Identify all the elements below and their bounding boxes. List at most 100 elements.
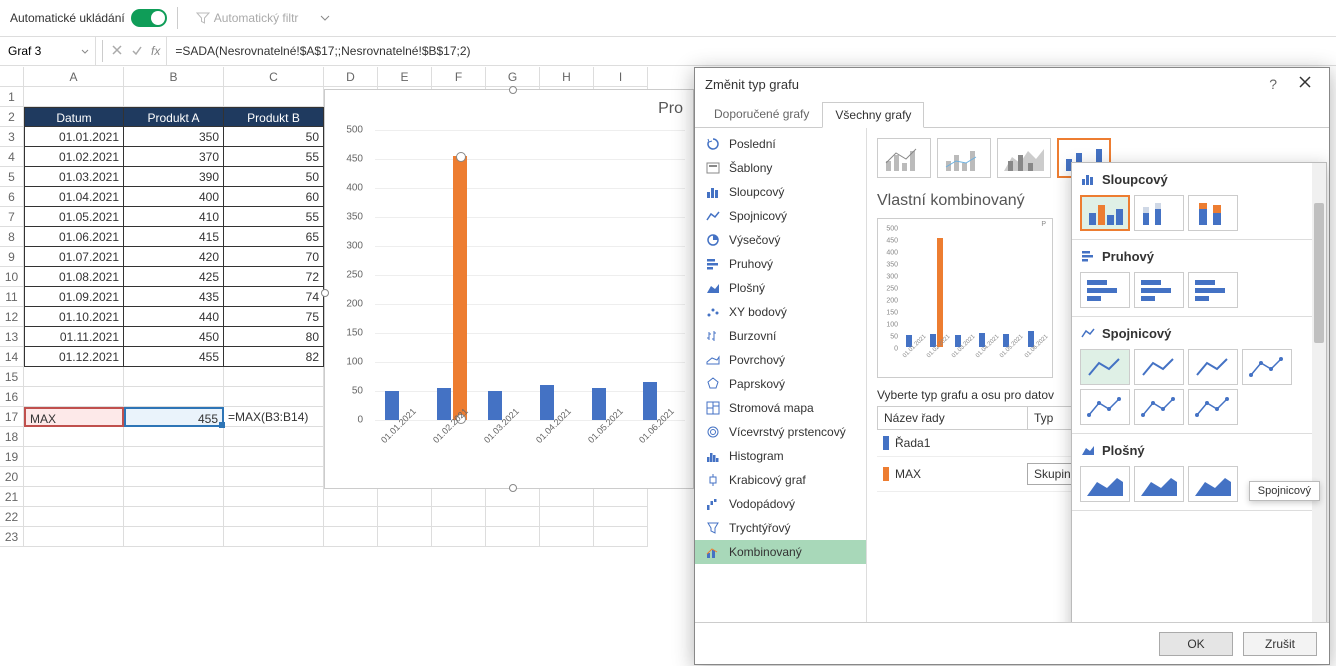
row-header[interactable]: 17 [0, 407, 24, 427]
cell[interactable]: 70 [224, 247, 324, 267]
chart-category-pie[interactable]: Výsečový [695, 228, 866, 252]
row-header[interactable]: 2 [0, 107, 24, 127]
chart-bar[interactable] [643, 382, 657, 420]
row-header[interactable]: 20 [0, 467, 24, 487]
cell[interactable]: 55 [224, 207, 324, 227]
cell[interactable]: 50 [224, 127, 324, 147]
ribbon-customize-chevron[interactable] [312, 7, 338, 29]
chart-subtype-thumb[interactable] [1134, 195, 1184, 231]
cell[interactable]: 390 [124, 167, 224, 187]
cell[interactable]: 400 [124, 187, 224, 207]
row-header[interactable]: 12 [0, 307, 24, 327]
chart-subtype-thumb[interactable] [1080, 466, 1130, 502]
chart-category-waterfall[interactable]: Vodopádový [695, 492, 866, 516]
cell[interactable]: 425 [124, 267, 224, 287]
cell[interactable]: 435 [124, 287, 224, 307]
row-header[interactable]: 19 [0, 447, 24, 467]
chart-category-area[interactable]: Plošný [695, 276, 866, 300]
chart-category-recent[interactable]: Poslední [695, 132, 866, 156]
row-header[interactable]: 9 [0, 247, 24, 267]
cell[interactable]: 440 [124, 307, 224, 327]
table-header[interactable]: Produkt A [124, 107, 224, 127]
cell[interactable]: 60 [224, 187, 324, 207]
cell[interactable]: 50 [224, 167, 324, 187]
chart-subtype-thumb[interactable] [1188, 272, 1238, 308]
chart-subtype-thumb[interactable] [1080, 349, 1130, 385]
cell[interactable]: 80 [224, 327, 324, 347]
chart-subtype-thumb[interactable] [1188, 466, 1238, 502]
cell[interactable]: 74 [224, 287, 324, 307]
max-label-cell[interactable]: MAX [24, 407, 124, 427]
cell[interactable]: 01.12.2021 [24, 347, 124, 367]
cancel-icon[interactable] [111, 44, 123, 59]
combo-subtype-2[interactable] [937, 138, 991, 178]
chart-bar[interactable] [385, 391, 399, 420]
row-header[interactable]: 22 [0, 507, 24, 527]
cell[interactable]: 455 [124, 347, 224, 367]
chart-subtype-thumb[interactable] [1080, 389, 1130, 425]
cell[interactable]: 01.02.2021 [24, 147, 124, 167]
cell[interactable]: 55 [224, 147, 324, 167]
row-header[interactable]: 18 [0, 427, 24, 447]
cell[interactable]: 01.07.2021 [24, 247, 124, 267]
combo-subtype-3[interactable] [997, 138, 1051, 178]
cell[interactable]: 450 [124, 327, 224, 347]
cancel-button[interactable]: Zrušit [1243, 632, 1317, 656]
chart-category-bar[interactable]: Pruhový [695, 252, 866, 276]
tab-all-charts[interactable]: Všechny grafy [822, 102, 924, 128]
max-formula-cell[interactable]: =MAX(B3:B14) [224, 407, 324, 427]
col-header[interactable]: E [378, 67, 432, 87]
chart-subtype-thumb[interactable] [1188, 349, 1238, 385]
cell[interactable]: 72 [224, 267, 324, 287]
cell[interactable]: 01.08.2021 [24, 267, 124, 287]
row-header[interactable]: 11 [0, 287, 24, 307]
cell[interactable]: 82 [224, 347, 324, 367]
chart-category-combo[interactable]: Kombinovaný [695, 540, 866, 564]
cell[interactable]: 01.06.2021 [24, 227, 124, 247]
chart-category-radar[interactable]: Paprskový [695, 372, 866, 396]
cell[interactable]: 350 [124, 127, 224, 147]
row-header[interactable]: 14 [0, 347, 24, 367]
max-value-cell[interactable]: 455 [124, 407, 224, 427]
col-header[interactable]: H [540, 67, 594, 87]
row-header[interactable]: 1 [0, 87, 24, 107]
scroll-thumb[interactable] [1314, 203, 1324, 343]
chart-category-scatter[interactable]: XY bodový [695, 300, 866, 324]
chart-bar[interactable] [592, 388, 606, 420]
cell[interactable]: 01.05.2021 [24, 207, 124, 227]
chart-category-histogram[interactable]: Histogram [695, 444, 866, 468]
chart-category-funnel[interactable]: Trychtýřový [695, 516, 866, 540]
row-header[interactable]: 13 [0, 327, 24, 347]
chart-category-treemap[interactable]: Stromová mapa [695, 396, 866, 420]
row-header[interactable]: 15 [0, 367, 24, 387]
cell[interactable]: 415 [124, 227, 224, 247]
flyout-scrollbar[interactable] [1312, 163, 1326, 622]
cell[interactable]: 420 [124, 247, 224, 267]
chart-subtype-thumb[interactable] [1134, 389, 1184, 425]
chart-subtype-thumb[interactable] [1134, 466, 1184, 502]
autosave-toggle[interactable] [131, 9, 167, 27]
cell[interactable]: 01.01.2021 [24, 127, 124, 147]
chart-type-flyout[interactable]: SloupcovýPruhovýSpojnicovýPlošný Spojnic… [1071, 162, 1327, 622]
col-header[interactable]: C [224, 67, 324, 87]
chart-category-stock[interactable]: Burzovní [695, 324, 866, 348]
formula-input[interactable]: =SADA(Nesrovnatelné!$A$17;;Nesrovnatelné… [167, 37, 1336, 65]
cell[interactable]: 01.03.2021 [24, 167, 124, 187]
col-header[interactable]: F [432, 67, 486, 87]
cell[interactable]: 75 [224, 307, 324, 327]
chart-subtype-thumb[interactable] [1242, 349, 1292, 385]
row-header[interactable]: 6 [0, 187, 24, 207]
row-header[interactable]: 5 [0, 167, 24, 187]
fx-icon[interactable]: fx [151, 44, 160, 58]
close-icon[interactable] [1291, 71, 1319, 97]
select-all-corner[interactable] [0, 67, 24, 87]
ok-button[interactable]: OK [1159, 632, 1233, 656]
name-box-input[interactable] [6, 43, 76, 59]
chart-bar-max[interactable] [453, 156, 467, 420]
name-box[interactable] [0, 37, 96, 65]
cell[interactable]: 370 [124, 147, 224, 167]
row-header[interactable]: 3 [0, 127, 24, 147]
row-header[interactable]: 23 [0, 527, 24, 547]
chevron-down-icon[interactable] [81, 44, 89, 58]
chart-subtype-thumb[interactable] [1134, 272, 1184, 308]
